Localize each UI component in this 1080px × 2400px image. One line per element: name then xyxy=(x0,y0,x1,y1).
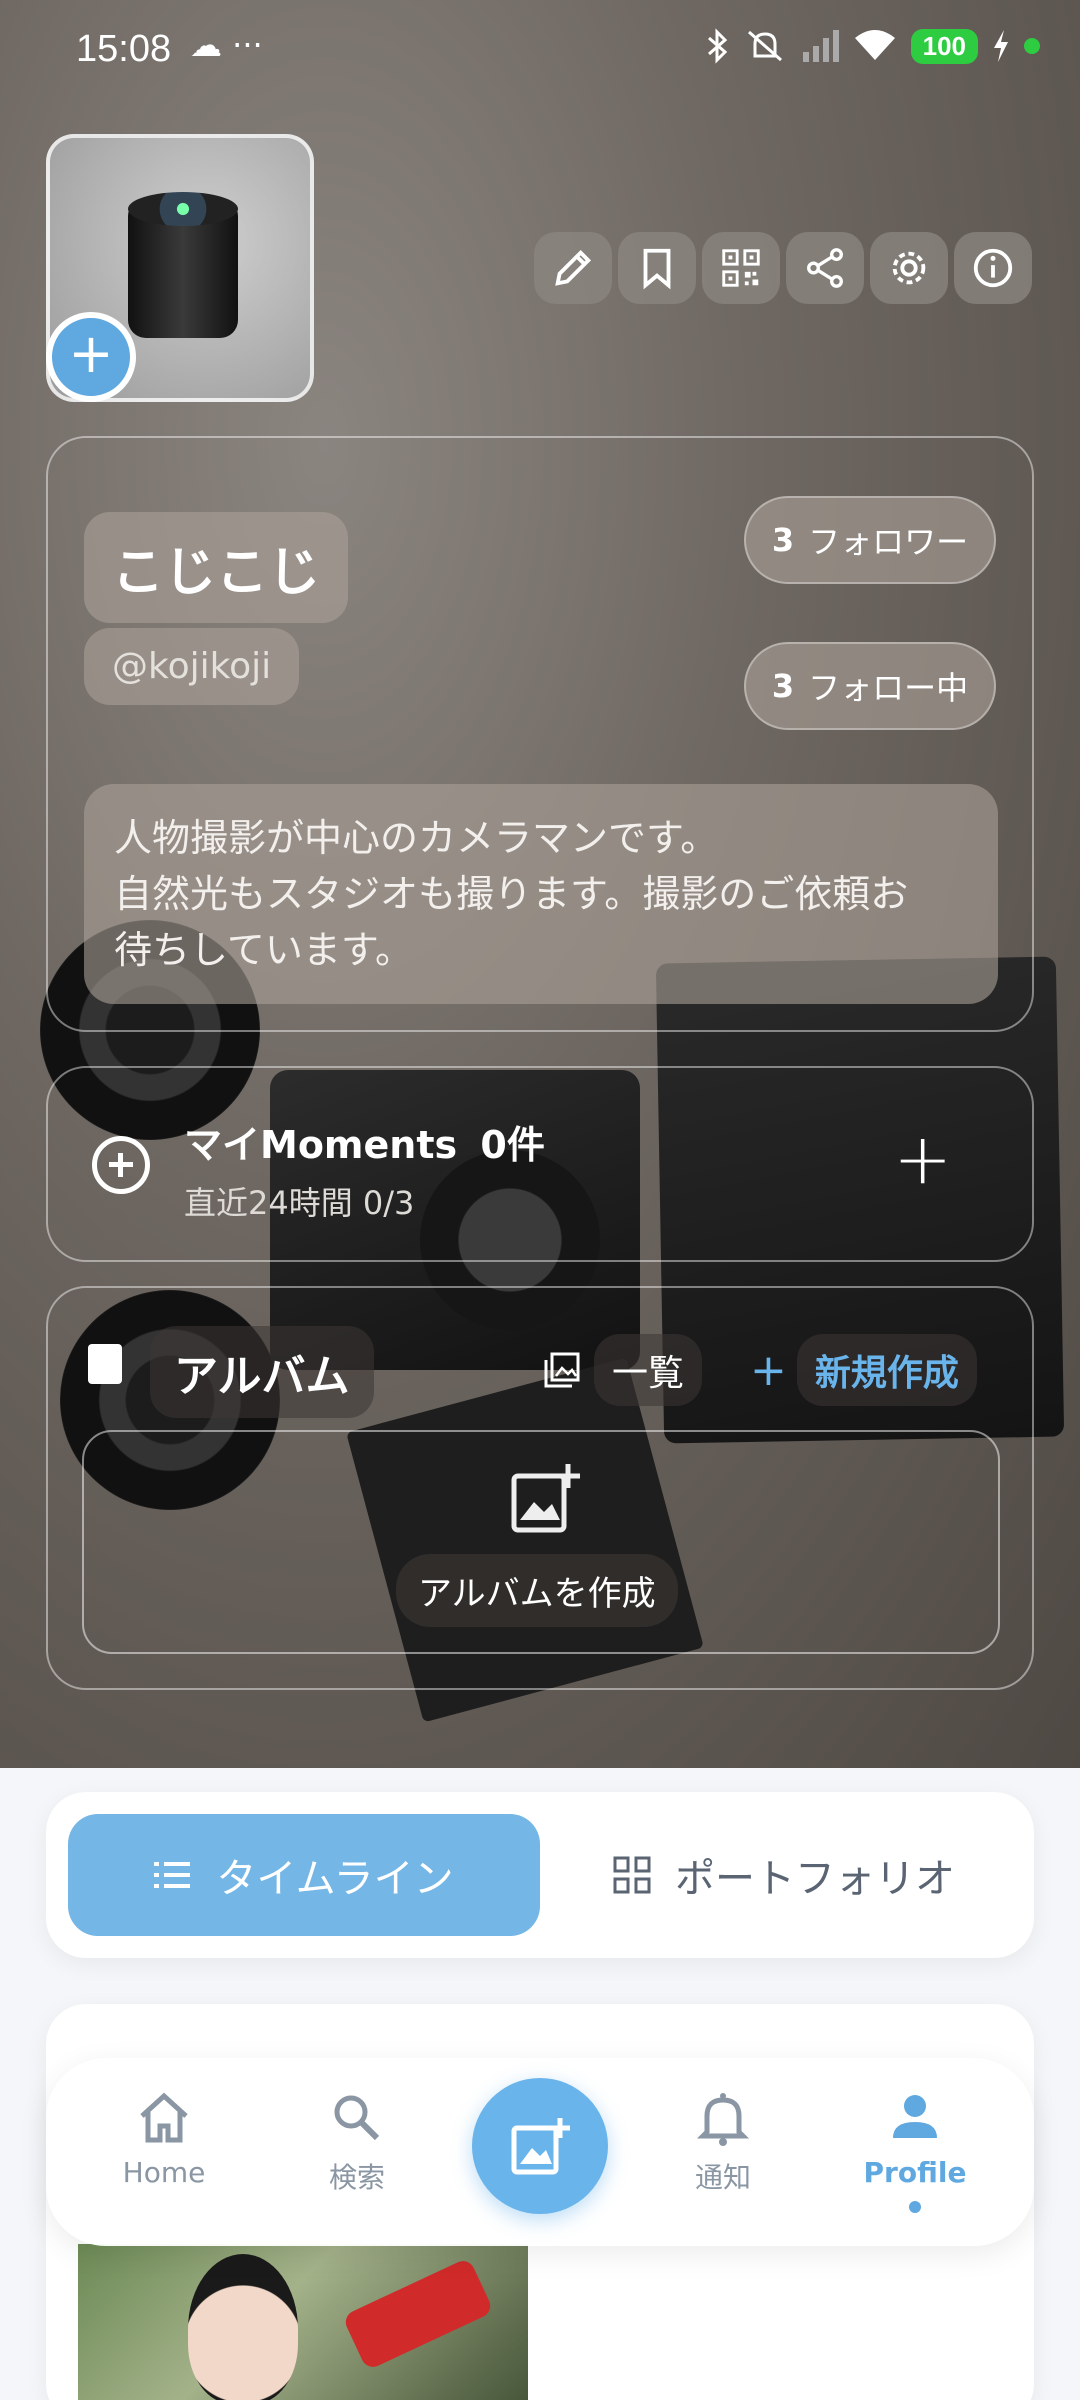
search-icon xyxy=(334,2095,380,2141)
share-icon xyxy=(807,248,843,288)
moments-title-text: マイMoments xyxy=(184,1123,458,1167)
add-moment-button[interactable]: + xyxy=(893,1118,952,1200)
bio-line: 待ちしています。 xyxy=(114,928,414,972)
status-notification-icons: ☁ ··· xyxy=(190,26,263,64)
tab-timeline[interactable]: タイムライン xyxy=(68,1814,540,1936)
qr-code-button[interactable] xyxy=(702,232,780,304)
post-photo-subject xyxy=(188,2254,298,2400)
edit-profile-button[interactable] xyxy=(534,232,612,304)
active-indicator xyxy=(909,2201,921,2213)
bottom-navigation: Home 検索 通知 Profile xyxy=(46,2058,1034,2246)
edit-icon xyxy=(555,249,592,286)
followers-count: 3 xyxy=(771,521,795,559)
moments-count: 0件 xyxy=(480,1123,545,1167)
battery-level: 100 xyxy=(910,28,978,64)
album-list-label: 一覧 xyxy=(594,1334,703,1406)
followers-button[interactable]: 3 フォロワー xyxy=(744,496,996,584)
moments-card[interactable]: マイMoments 0件 直近24時間 0/3 + xyxy=(46,1066,1034,1262)
settings-icon xyxy=(892,251,926,285)
display-name: こじこじ xyxy=(84,512,349,623)
nav-notifications-label: 通知 xyxy=(694,2161,751,2194)
settings-button[interactable] xyxy=(870,232,948,304)
post-thumbnail[interactable] xyxy=(78,2244,528,2400)
album-section-title: アルバム xyxy=(150,1326,374,1418)
create-album-placeholder[interactable]: アルバムを作成 xyxy=(82,1430,1000,1654)
nav-profile-label: Profile xyxy=(863,2156,967,2189)
nav-search-label: 検索 xyxy=(328,2161,385,2194)
nav-search[interactable]: 検索 xyxy=(272,2088,442,2196)
add-photo-icon xyxy=(511,2118,570,2175)
add-photo-icon xyxy=(511,1464,580,1533)
album-card: アルバム 一覧 + 新規作成 アルバムを作成 xyxy=(46,1286,1034,1690)
info-icon xyxy=(973,248,1013,288)
nav-home-label: Home xyxy=(122,2156,206,2189)
share-button[interactable] xyxy=(786,232,864,304)
nav-notifications[interactable]: 通知 xyxy=(638,2088,808,2196)
plus-icon: + xyxy=(750,1344,787,1396)
following-count: 3 xyxy=(771,667,795,705)
list-icon xyxy=(154,1862,191,1888)
avatar-add-button[interactable]: + xyxy=(46,312,136,402)
tab-timeline-label: タイムライン xyxy=(216,1856,454,1902)
create-album-label: アルバムを作成 xyxy=(396,1554,678,1627)
signal-icon xyxy=(802,30,839,62)
profile-action-bar xyxy=(534,232,1032,304)
status-time: 15:08 xyxy=(76,28,172,70)
bell-icon xyxy=(696,2093,750,2146)
bluetooth-icon xyxy=(707,28,727,64)
info-button[interactable] xyxy=(954,232,1032,304)
bookmark-button[interactable] xyxy=(618,232,696,304)
add-circle-icon xyxy=(92,1136,150,1194)
grid-icon xyxy=(613,1856,651,1894)
qr-code-icon xyxy=(722,249,760,287)
avatar-lens-glass xyxy=(128,192,238,226)
followers-label: フォロワー xyxy=(808,523,969,561)
wifi-icon xyxy=(854,30,895,60)
moments-title: マイMoments 0件 xyxy=(184,1114,545,1169)
home-icon xyxy=(140,2092,188,2143)
album-bookmark-icon xyxy=(88,1344,122,1384)
tab-portfolio-label: ポートフォリオ xyxy=(675,1856,955,1902)
profile-tabs: タイムライン ポートフォリオ xyxy=(46,1792,1034,1958)
tab-portfolio[interactable]: ポートフォリオ xyxy=(554,1814,1014,1936)
bio-line: 自然光もスタジオも撮ります。撮影のご依頼お xyxy=(114,872,909,916)
new-album-label: 新規作成 xyxy=(796,1334,977,1406)
create-post-button[interactable] xyxy=(472,2078,608,2214)
new-album-button[interactable]: + 新規作成 xyxy=(750,1334,977,1406)
gallery-icon xyxy=(544,1352,580,1388)
profile-card: こじこじ @kojikoji 3 フォロワー 3 フォロー中 人物撮影が中心のカ… xyxy=(46,436,1034,1032)
following-label: フォロー中 xyxy=(808,669,969,707)
person-icon xyxy=(893,2095,937,2138)
nav-home[interactable]: Home xyxy=(79,2088,249,2189)
mute-icon xyxy=(747,30,782,62)
user-handle: @kojikoji xyxy=(84,628,300,705)
charging-icon xyxy=(994,30,1008,62)
status-right-icons: 100 xyxy=(705,28,1040,64)
status-dot xyxy=(1024,38,1040,54)
bookmark-icon xyxy=(643,248,671,290)
post-photo-prop xyxy=(341,2257,495,2371)
status-bar: 15:08 ☁ ··· 100 xyxy=(0,0,1080,100)
following-button[interactable]: 3 フォロー中 xyxy=(744,642,996,730)
nav-profile[interactable]: Profile xyxy=(830,2088,1000,2213)
profile-bio: 人物撮影が中心のカメラマンです。 自然光もスタジオも撮ります。撮影のご依頼お 待… xyxy=(84,784,998,1004)
moments-subtitle: 直近24時間 0/3 xyxy=(184,1184,415,1222)
album-list-button[interactable]: 一覧 xyxy=(542,1334,703,1406)
bio-line: 人物撮影が中心のカメラマンです。 xyxy=(114,816,719,860)
